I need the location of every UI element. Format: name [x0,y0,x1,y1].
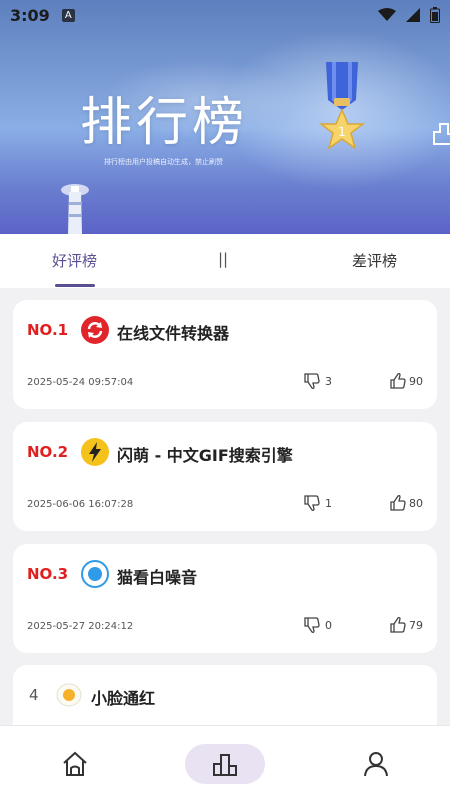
status-bar: 3:09 A [0,0,450,30]
dislike-count: 1 [325,496,332,510]
ranking-tabs: 好评榜 || 差评榜 [0,234,450,288]
like-button[interactable]: 90 [389,372,423,390]
thumbs-up-icon [390,617,406,633]
circle-icon [81,560,109,588]
notification-icon: A [61,8,75,22]
wifi-icon [378,8,396,21]
lighthouse-icon [61,184,89,234]
banner-title: 排行榜 [80,93,249,153]
like-count: 79 [409,618,423,632]
app-name: 闪萌 - 中文GIF搜索引擎 [117,446,293,465]
like-button[interactable]: 80 [389,494,423,512]
podium-icon [213,754,237,776]
medal-icon: 1 [318,62,366,150]
post-date: 2025-05-24 09:57:04 [27,377,134,388]
rank-label: NO.2 [27,443,69,461]
app-name: 小脸通红 [91,689,156,708]
podium-icon [433,123,450,145]
dislike-button[interactable]: 0 [303,616,332,634]
user-icon [364,752,388,777]
post-date: 2025-06-06 16:07:28 [27,499,134,510]
egg-icon [56,683,82,707]
battery-icon [430,7,440,23]
rank-label: NO.1 [27,321,69,339]
tab-bad-reviews[interactable]: 差评榜 [352,250,397,271]
app-name: 猫看白噪音 [117,568,198,587]
banner-subtitle: 排行榜由用户投稿自动生成，禁止刷赞 [104,158,223,166]
like-count: 80 [409,496,423,510]
nav-home[interactable] [35,744,115,784]
tab-indicator [55,284,95,287]
ranking-card[interactable]: NO.3 猫看白噪音 2025-05-27 20:24:12 0 79 [13,544,437,653]
tab-divider: || [218,250,229,268]
signal-icon [406,8,420,22]
status-icons [378,7,440,23]
bottom-navigation [0,725,450,801]
thumbs-up-icon [390,373,406,389]
lightning-icon [81,438,109,466]
post-date: 2025-05-27 20:24:12 [27,621,134,632]
thumbs-down-icon [304,617,320,633]
home-icon [63,751,87,776]
refresh-icon [81,316,109,344]
ranking-list: NO.1 在线文件转换器 2025-05-24 09:57:04 3 90 NO… [0,288,450,725]
nav-ranking[interactable] [185,744,265,784]
ranking-card[interactable]: NO.1 在线文件转换器 2025-05-24 09:57:04 3 90 [13,300,437,409]
thumbs-up-icon [390,495,406,511]
like-button[interactable]: 79 [389,616,423,634]
app-name: 在线文件转换器 [117,324,230,343]
ranking-card[interactable]: NO.2 闪萌 - 中文GIF搜索引擎 2025-06-06 16:07:28 … [13,422,437,531]
dislike-button[interactable]: 3 [303,372,332,390]
rank-label: 4 [29,686,39,704]
ranking-banner: 排行榜 排行榜由用户投稿自动生成，禁止刷赞 1 [0,0,450,234]
nav-profile[interactable] [336,744,416,784]
thumbs-down-icon [304,495,320,511]
tab-good-reviews[interactable]: 好评榜 [52,250,97,271]
status-time: 3:09 [10,5,50,25]
dislike-button[interactable]: 1 [303,494,332,512]
thumbs-down-icon [304,373,320,389]
rank-label: NO.3 [27,565,69,583]
dislike-count: 3 [325,374,332,388]
like-count: 90 [409,374,423,388]
ranking-card[interactable]: 4 小脸通红 [13,665,437,725]
svg-text:1: 1 [338,125,346,139]
dislike-count: 0 [325,618,332,632]
